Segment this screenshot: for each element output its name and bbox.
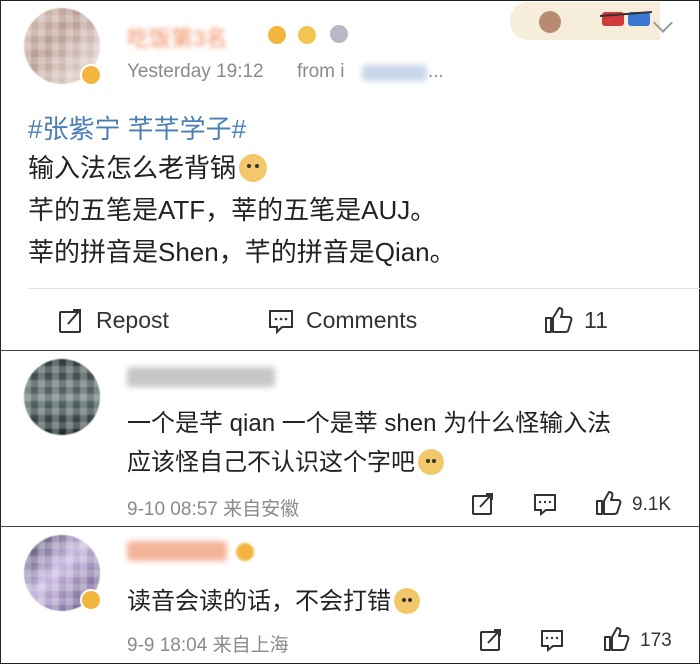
comment-icon[interactable]: [533, 492, 557, 517]
post-text-line-1: 输入法怎么老背锅: [28, 153, 237, 183]
post-author-name[interactable]: 吃饭第3名: [127, 21, 227, 53]
comment-icon[interactable]: [540, 628, 564, 653]
repost-label: Repost: [96, 307, 169, 333]
comment-like-count: 173: [640, 630, 672, 651]
like-count: 11: [584, 307, 608, 333]
comment-line-2: 应该怪自己不认识这个字吧: [127, 442, 444, 477]
doge-emoji-icon: [239, 154, 268, 182]
doge-emoji-icon: [394, 588, 420, 614]
action-bar-divider: [28, 288, 700, 289]
comment-meta: 9-9 18:04 来自上海: [127, 635, 289, 656]
reply-icon[interactable]: [471, 492, 495, 516]
commenter-name[interactable]: [127, 367, 275, 387]
post-timestamp: Yesterday 19:12: [127, 61, 264, 82]
vip-crown-icon: [268, 26, 286, 44]
commenter-name[interactable]: [127, 541, 227, 561]
comment-item: 读音会读的话，不会打错 9-9 18:04 来自上海 173: [0, 527, 700, 664]
comment-meta: 9-10 08:57 来自安徽: [127, 499, 300, 520]
comment-line-1: 读音会读的话，不会打错: [127, 581, 420, 616]
fan-level-icon: [298, 26, 316, 44]
topic-hashtag[interactable]: #张紫宁 芊芊学子#: [28, 109, 246, 146]
verified-badge-icon: [80, 64, 102, 86]
post-source-device: [362, 65, 427, 81]
post-text-line-3: 莘的拼音是Shen，芊的拼音是Qian。: [28, 237, 456, 267]
post-text-line-2: 芊的五笔是ATF，莘的五笔是AUJ。: [28, 195, 437, 225]
upside-down-face-icon: [418, 449, 444, 475]
medal-icon: [330, 25, 348, 43]
thumbs-up-icon[interactable]: [603, 626, 630, 652]
repost-button[interactable]: Repost: [56, 302, 186, 338]
reply-icon[interactable]: [479, 628, 503, 652]
comment-like-count: 9.1K: [632, 494, 672, 515]
comment-text-line-1: 读音会读的话，不会打错: [127, 588, 391, 615]
comment-icon: [269, 310, 293, 335]
comments-button[interactable]: Comments: [266, 302, 436, 338]
commenter-avatar[interactable]: [24, 359, 100, 435]
post-source-ellipsis: ...: [428, 61, 444, 82]
comment-item: 一个是芊 qian 一个是莘 shen 为什么怪输入法 应该怪自己不认识这个字吧…: [0, 351, 700, 526]
post-line-1: 输入法怎么老背锅: [28, 148, 268, 185]
weibo-post: 吃饭第3名 Yesterday 19:12 from i ... #张紫宁 芊芊…: [0, 0, 700, 350]
comments-label: Comments: [306, 307, 418, 333]
comment-text-line-1: 一个是芊 qian 一个是莘 shen 为什么怪输入法: [127, 410, 612, 437]
like-button[interactable]: 11: [544, 302, 624, 338]
verified-badge-icon: [80, 589, 102, 611]
thumbs-up-icon[interactable]: [595, 490, 622, 516]
post-source-prefix: from i: [297, 61, 345, 82]
3d-glasses-decoration-icon: [510, 2, 660, 40]
vip-crown-icon: [236, 543, 254, 561]
repost-icon: [59, 309, 81, 333]
thumbs-up-icon: [545, 307, 573, 333]
comment-text-line-2: 应该怪自己不认识这个字吧: [127, 449, 415, 476]
